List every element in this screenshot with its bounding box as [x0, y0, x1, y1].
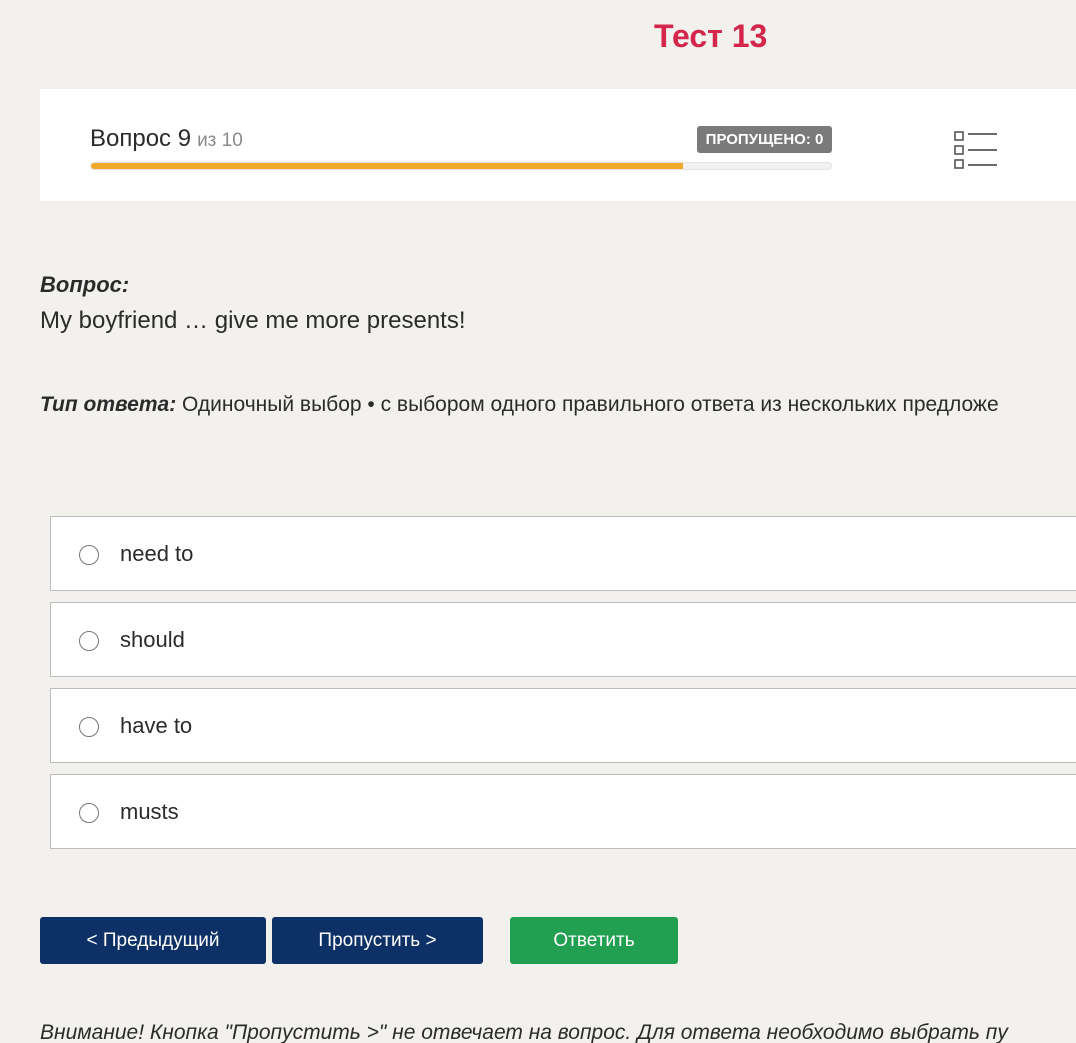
question-number: Вопрос 9 [90, 125, 192, 152]
test-title: Тест 13 [654, 18, 768, 54]
answer-option-label: should [120, 627, 185, 652]
answer-type-label: Тип ответа: [40, 393, 177, 416]
question-label: Вопрос: [40, 272, 130, 297]
answer-option[interactable]: should [50, 602, 1076, 677]
progress-card: Вопрос 9 из 10 ПРОПУЩЕНО: 0 [40, 89, 1076, 201]
radio-button[interactable] [79, 631, 99, 651]
answer-option-label: need to [120, 541, 194, 566]
progress-bar-fill [91, 163, 683, 169]
previous-button[interactable]: < Предыдущий [40, 917, 266, 964]
skip-button[interactable]: Пропустить > [272, 917, 483, 964]
answer-button[interactable]: Ответить [510, 917, 678, 964]
progress-bar [90, 162, 832, 170]
answer-option[interactable]: have to [50, 688, 1076, 763]
question-counter: Вопрос 9 из 10 [90, 125, 243, 153]
answer-option-label: musts [120, 799, 179, 824]
answer-type: Тип ответа: Одиночный выбор • с выбором … [40, 393, 999, 417]
question-text: My boyfriend … give me more presents! [40, 307, 466, 334]
question-total: из 10 [197, 130, 243, 151]
answer-option[interactable]: musts [50, 774, 1076, 849]
radio-button[interactable] [79, 545, 99, 565]
skipped-badge: ПРОПУЩЕНО: 0 [697, 126, 832, 153]
quiz-page: Тест 13 Вопрос 9 из 10 ПРОПУЩЕНО: 0 Вопро… [0, 0, 1076, 1043]
answer-option-label: have to [120, 713, 193, 738]
question-list-icon[interactable] [952, 129, 1000, 171]
skip-notice: Внимание! Кнопка "Пропустить >" не отвеч… [40, 1021, 1008, 1043]
radio-button[interactable] [79, 803, 99, 823]
radio-button[interactable] [79, 717, 99, 737]
answer-type-value: Одиночный выбор • с выбором одного прави… [182, 393, 999, 416]
answer-option[interactable]: need to [50, 516, 1076, 591]
